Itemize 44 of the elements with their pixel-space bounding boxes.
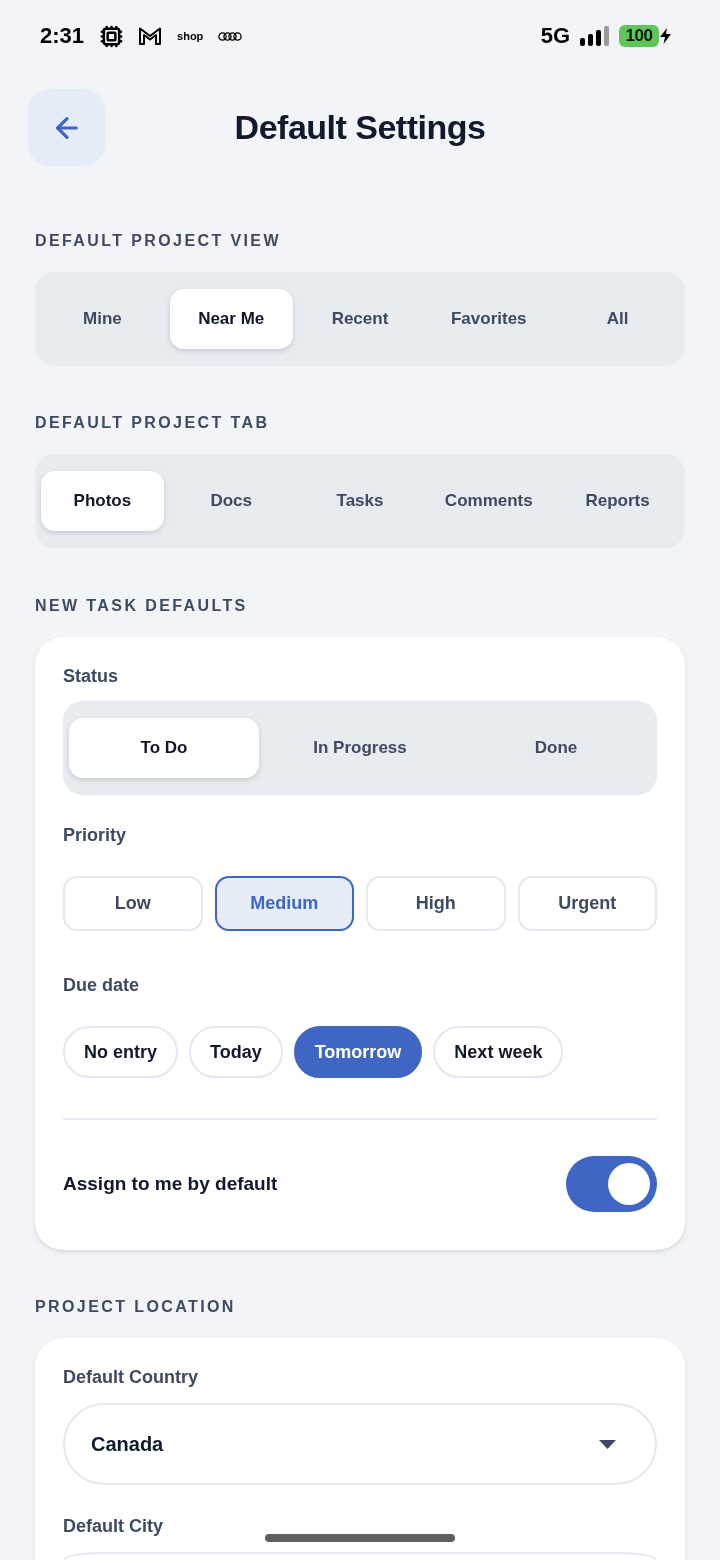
- field-label: Due date: [63, 974, 140, 996]
- signal-icon: [580, 26, 609, 46]
- toggle-label: Assign to me by default: [63, 1173, 278, 1195]
- mail-icon: [138, 26, 163, 46]
- priority-option[interactable]: High: [366, 876, 506, 931]
- rings-icon: [218, 31, 243, 41]
- segment-tab[interactable]: Tasks: [298, 471, 422, 531]
- field-label: Default Country: [63, 1366, 198, 1388]
- caret-down-icon: [599, 1439, 616, 1449]
- section-heading: NEW TASK DEFAULTS: [35, 596, 248, 616]
- status-time: 2:31: [40, 23, 85, 49]
- due-date-chip[interactable]: Today: [189, 1026, 283, 1078]
- battery-level: 100: [619, 25, 659, 47]
- shop-label: shop: [177, 30, 204, 42]
- segment-tab[interactable]: Photos: [41, 471, 164, 531]
- priority-option[interactable]: Medium: [214, 876, 354, 931]
- segment-tab[interactable]: Near Me: [169, 289, 293, 349]
- toggle-switch[interactable]: [566, 1156, 657, 1212]
- segment-tab[interactable]: Docs: [169, 471, 293, 531]
- field-label: Default City: [63, 1515, 163, 1537]
- segment-tab[interactable]: Done: [461, 718, 651, 778]
- segment-tab[interactable]: Mine: [41, 289, 164, 349]
- due-date-chip[interactable]: Next week: [433, 1026, 564, 1078]
- segment-tab[interactable]: Favorites: [427, 289, 551, 349]
- page-title: Default Settings: [233, 108, 487, 147]
- chip-icon: [100, 24, 124, 48]
- section-heading: PROJECT LOCATION: [35, 1297, 236, 1317]
- segment-tab[interactable]: To Do: [69, 718, 259, 778]
- section-heading: DEFAULT PROJECT TAB: [35, 413, 270, 433]
- back-button[interactable]: [28, 89, 105, 166]
- due-date-chip[interactable]: Tomorrow: [293, 1026, 423, 1078]
- priority-option[interactable]: Low: [63, 876, 203, 931]
- segment-tab[interactable]: Comments: [427, 471, 551, 531]
- due-date-chip[interactable]: No entry: [63, 1026, 178, 1078]
- field-label: Status: [63, 665, 118, 687]
- network-label: 5G: [540, 23, 570, 49]
- field-label: Priority: [63, 824, 127, 846]
- segment-tab[interactable]: All: [556, 289, 679, 349]
- country-select[interactable]: Canada: [63, 1403, 657, 1485]
- segment-tab[interactable]: In Progress: [265, 718, 455, 778]
- section-heading: DEFAULT PROJECT VIEW: [35, 231, 281, 251]
- segment-tab[interactable]: Recent: [298, 289, 422, 349]
- segment-tab[interactable]: Reports: [556, 471, 679, 531]
- priority-option[interactable]: Urgent: [517, 876, 657, 931]
